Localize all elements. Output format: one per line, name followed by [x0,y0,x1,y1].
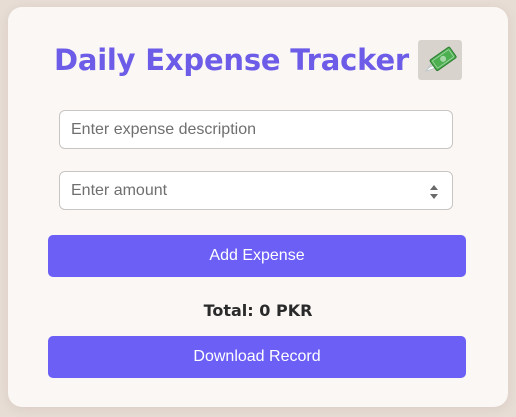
amount-input[interactable]: Enter amount [59,171,453,210]
money-with-wings-icon [418,40,463,80]
expense-tracker-card: Daily Expense Tracker Enter expense desc… [8,7,508,407]
download-record-label: Download Record [193,348,321,365]
add-expense-label: Add Expense [209,247,305,264]
number-spinner-icon[interactable] [429,183,439,201]
add-expense-button[interactable]: Add Expense [48,235,466,277]
download-record-button[interactable]: Download Record [48,336,466,378]
page-title: Daily Expense Tracker [53,43,410,77]
amount-placeholder: Enter amount [71,181,168,199]
description-placeholder: Enter expense description [71,120,256,138]
header: Daily Expense Tracker [8,40,508,80]
description-input[interactable]: Enter expense description [59,110,453,149]
total-amount: Total: 0 PKR [203,301,313,320]
